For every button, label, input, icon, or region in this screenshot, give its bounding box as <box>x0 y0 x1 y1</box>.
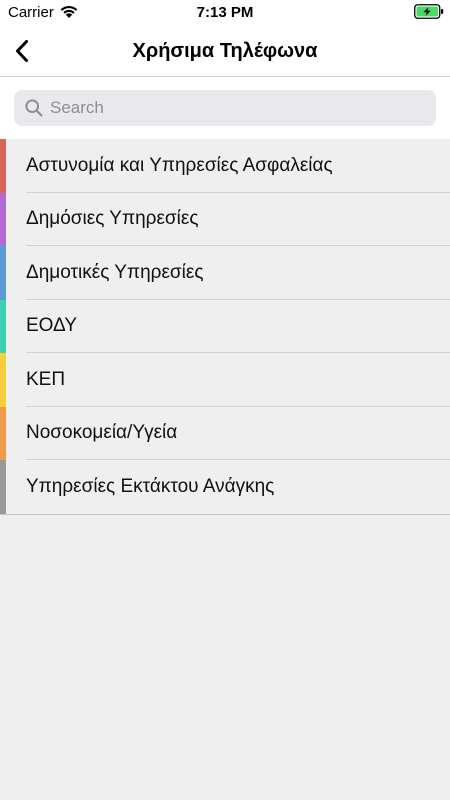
search-field[interactable] <box>14 90 436 126</box>
category-label: ΚΕΠ <box>26 368 66 390</box>
category-label: Δημοτικές Υπηρεσίες <box>26 261 204 283</box>
list-item[interactable]: Νοσοκομεία/Υγεία <box>0 406 450 460</box>
category-label: ΕΟΔΥ <box>26 315 78 337</box>
search-input[interactable] <box>50 90 436 126</box>
status-bar: Carrier 7:13 PM <box>0 0 450 26</box>
list-item[interactable]: Δημοτικές Υπηρεσίες <box>0 246 450 300</box>
category-label: Υπηρεσίες Εκτάκτου Ανάγκης <box>26 475 275 497</box>
chevron-left-icon <box>16 40 28 62</box>
page-title: Χρήσιμα Τηλέφωνα <box>132 40 318 62</box>
category-label: Αστυνομία και Υπηρεσίες Ασφαλείας <box>26 154 333 176</box>
category-color-strip <box>0 192 6 246</box>
category-color-strip <box>0 246 6 300</box>
battery-charging-icon <box>414 4 444 19</box>
list-item[interactable]: ΚΕΠ <box>0 353 450 407</box>
list-item[interactable]: Δημόσιες Υπηρεσίες <box>0 192 450 246</box>
back-button[interactable] <box>0 26 44 76</box>
search-bar <box>0 77 450 139</box>
category-list: Αστυνομία και Υπηρεσίες Ασφαλείας Δημόσιε… <box>0 139 450 515</box>
screen: Carrier 7:13 PM Χρήσιμα Τηλέφωνα Search … <box>0 0 450 800</box>
status-time: 7:13 PM <box>196 4 254 21</box>
category-color-strip <box>0 460 6 514</box>
list-item[interactable]: Αστυνομία και Υπηρεσίες Ασφαλείας <box>0 139 450 193</box>
category-color-strip <box>0 353 6 407</box>
search-icon <box>25 99 43 117</box>
list-item[interactable]: Υπηρεσίες Εκτάκτου Ανάγκης <box>0 460 450 514</box>
category-color-strip <box>0 139 6 193</box>
category-label: Δημόσιες Υπηρεσίες <box>26 208 199 230</box>
category-label: Νοσοκομεία/Υγεία <box>26 422 178 444</box>
navigation-bar: Χρήσιμα Τηλέφωνα <box>0 26 450 77</box>
category-color-strip <box>0 299 6 353</box>
list-item[interactable]: ΕΟΔΥ <box>0 299 450 353</box>
category-color-strip <box>0 406 6 460</box>
